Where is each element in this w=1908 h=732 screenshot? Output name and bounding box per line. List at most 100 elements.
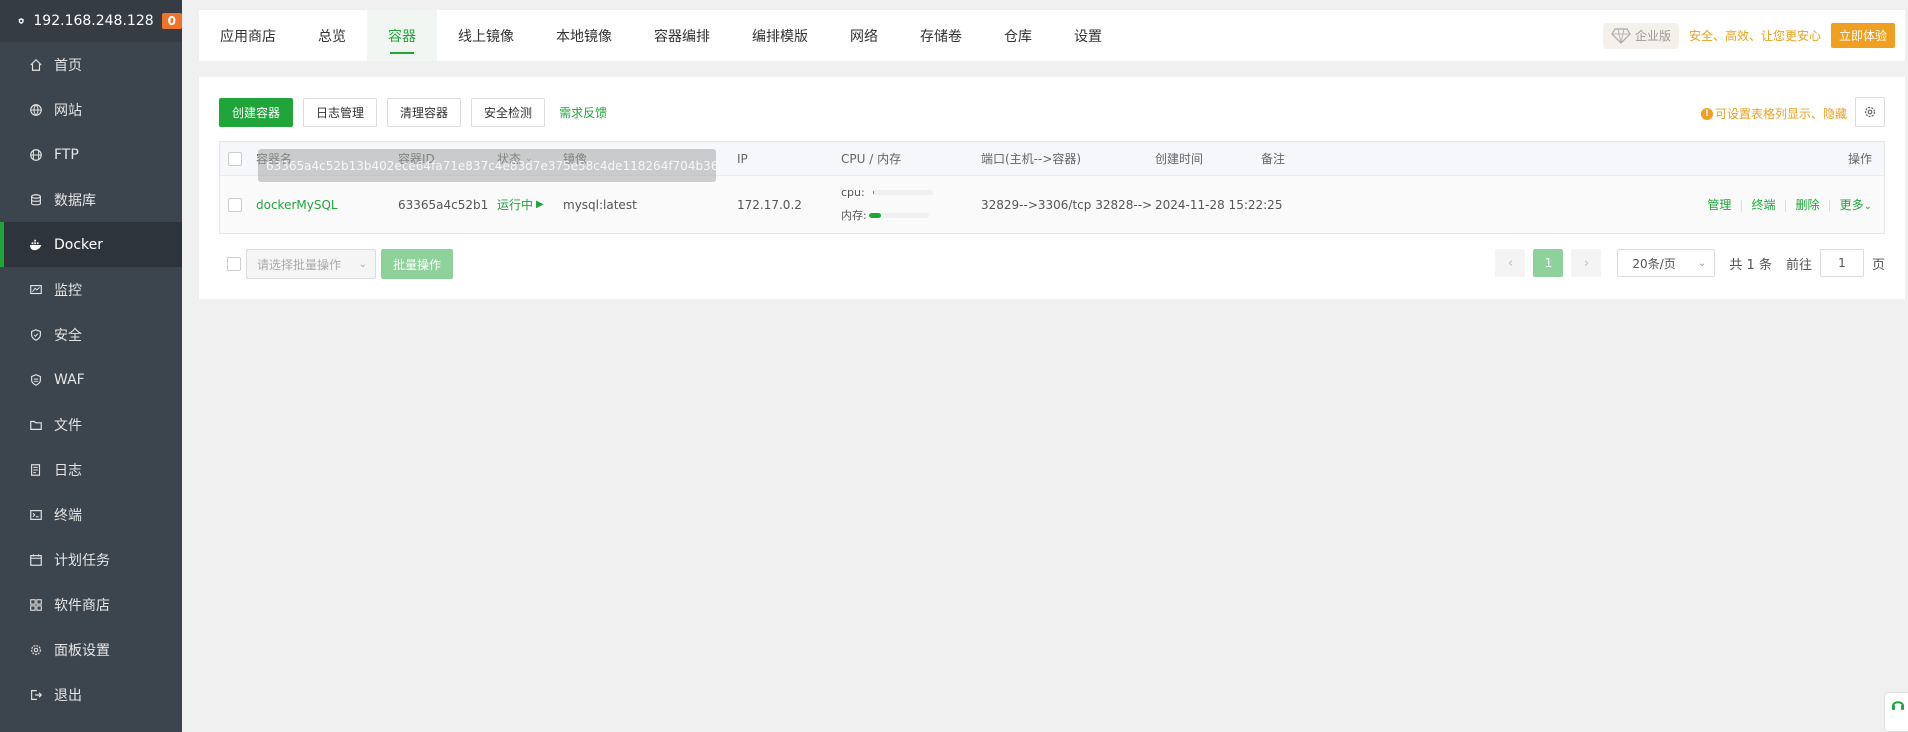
- log-management-button[interactable]: 日志管理: [303, 98, 378, 127]
- container-name-link[interactable]: dockerMySQL: [256, 176, 338, 233]
- sidebar-item-database[interactable]: 数据库: [0, 177, 182, 222]
- enterprise-tag[interactable]: 企业版: [1602, 22, 1679, 49]
- prev-page-button[interactable]: ‹: [1495, 249, 1526, 277]
- goto-suffix: 页: [1871, 257, 1885, 273]
- globe-icon: [28, 102, 44, 118]
- goto-page-input[interactable]: 1: [1819, 249, 1864, 277]
- container-id[interactable]: 63365a4c52b1: [398, 176, 488, 233]
- page-number-current[interactable]: 1: [1533, 249, 1564, 277]
- log-icon: [28, 462, 44, 478]
- chevron-down-icon: ⌄: [1698, 257, 1707, 269]
- toolbar: 创建容器 日志管理 清理容器 安全检测 需求反馈: [219, 98, 607, 127]
- sidebar-item-ftp[interactable]: FTP: [0, 132, 182, 177]
- sidebar-item-label: 面板设置: [54, 642, 110, 659]
- tab-6[interactable]: 编排模版: [731, 10, 829, 61]
- manage-link[interactable]: 管理: [1707, 196, 1731, 213]
- server-ip: 192.168.248.128: [33, 13, 154, 29]
- pagination: ‹ 1 › 20条/页 ⌄ 共 1 条 前往 1 页: [1495, 249, 1885, 277]
- batch-action-select[interactable]: 请选择批量操作 ⌄: [246, 249, 376, 279]
- security-check-button[interactable]: 安全检测: [471, 98, 546, 127]
- tab-list: 应用商店 总览 容器 线上镜像 本地镜像 容器编排 编排模版 网络 存储卷 仓库 设置: [199, 10, 1123, 61]
- next-page-button[interactable]: ›: [1571, 249, 1602, 277]
- page-size-select[interactable]: 20条/页 ⌄: [1617, 249, 1716, 277]
- sidebar-item-log[interactable]: 日志: [0, 447, 182, 492]
- tab-2[interactable]: 容器: [367, 10, 437, 61]
- sidebar-item-label: 监控: [54, 282, 82, 299]
- waf-icon: [28, 372, 44, 388]
- sidebar-item-label: 首页: [54, 57, 82, 74]
- cpu-usage: cpu:: [841, 186, 933, 199]
- sidebar-item-label: 文件: [54, 417, 82, 434]
- tab-10[interactable]: 设置: [1053, 10, 1123, 61]
- customer-service-widget[interactable]: [1884, 692, 1908, 732]
- try-now-button[interactable]: 立即体验: [1830, 23, 1895, 48]
- sidebar-item-gear[interactable]: 面板设置: [0, 627, 182, 672]
- cpu-bar: [872, 190, 933, 195]
- tab-8[interactable]: 存储卷: [899, 10, 983, 61]
- sidebar-item-label: 网站: [54, 102, 82, 119]
- page-size-value: 20条/页: [1632, 256, 1676, 271]
- more-link-label: 更多: [1839, 198, 1864, 212]
- tab-3[interactable]: 线上镜像: [437, 10, 535, 61]
- sidebar-item-globe[interactable]: 网站: [0, 87, 182, 132]
- ftp-icon: [28, 147, 44, 163]
- header-created[interactable]: 创建时间: [1155, 142, 1203, 175]
- tab-9[interactable]: 仓库: [983, 10, 1053, 61]
- sidebar-item-waf[interactable]: WAF: [0, 357, 182, 402]
- tab-0[interactable]: 应用商店: [199, 10, 297, 61]
- goto-prefix: 前往: [1785, 257, 1812, 273]
- diamond-icon: [1611, 27, 1631, 44]
- sidebar-item-docker[interactable]: Docker: [0, 222, 182, 267]
- sidebar-item-shield[interactable]: 安全: [0, 312, 182, 357]
- container-id-tooltip: 63365a4c52b13b402ece64fa71e837c4e83d7e37…: [258, 149, 716, 182]
- cpu-bar-fill: [872, 190, 874, 195]
- tab-5[interactable]: 容器编排: [633, 10, 731, 61]
- terminal-link[interactable]: 终端: [1751, 196, 1775, 213]
- sidebar-item-folder[interactable]: 文件: [0, 402, 182, 447]
- container-ip: 172.17.0.2: [737, 197, 802, 212]
- sidebar-item-terminal[interactable]: 终端: [0, 492, 182, 537]
- container-list-card: 创建容器 日志管理 清理容器 安全检测 需求反馈 ! 可设置表格列显示、隐藏 容…: [199, 77, 1905, 299]
- monitor-icon: [28, 282, 44, 298]
- separator: |: [1739, 197, 1744, 212]
- tab-7[interactable]: 网络: [829, 10, 899, 61]
- sidebar-item-logout[interactable]: 退出: [0, 672, 182, 717]
- docker-tabs-bar: 应用商店 总览 容器 线上镜像 本地镜像 容器编排 编排模版 网络 存储卷 仓库 设置 企业版 安全…: [199, 10, 1905, 61]
- more-link[interactable]: 更多⌄: [1840, 196, 1872, 213]
- column-settings-tip: ! 可设置表格列显示、隐藏: [1700, 105, 1847, 122]
- row-checkbox[interactable]: [228, 197, 242, 212]
- create-container-button[interactable]: 创建容器: [219, 98, 294, 127]
- chevron-right-icon: ›: [1583, 255, 1590, 271]
- sidebar-item-calendar[interactable]: 计划任务: [0, 537, 182, 582]
- header-ops: 操作: [1847, 152, 1872, 166]
- notification-badge[interactable]: 0: [161, 13, 182, 29]
- sidebar-item-home[interactable]: 首页: [0, 42, 182, 87]
- column-settings-button[interactable]: [1855, 97, 1885, 127]
- table-row: dockerMySQL 63365a4c52b1 运行中 ▶ mysql:lat…: [220, 176, 1884, 233]
- container-created: 2024-11-28 15:22:25: [1155, 197, 1283, 212]
- sidebar-item-apps[interactable]: 软件商店: [0, 582, 182, 627]
- mem-label: 内存:: [841, 209, 867, 222]
- shield-icon: [28, 327, 44, 343]
- chevron-down-icon: ⌄: [1863, 201, 1872, 212]
- sidebar-item-label: 软件商店: [54, 597, 110, 614]
- sidebar: 192.168.248.128 0 首页网站 FTP 数据库 Docker 监控安全 WA…: [0, 0, 182, 732]
- sidebar-item-monitor[interactable]: 监控: [0, 267, 182, 312]
- feedback-link[interactable]: 需求反馈: [559, 104, 607, 121]
- apps-icon: [28, 597, 44, 613]
- chevron-down-icon: ⌄: [358, 259, 367, 270]
- select-all-checkbox[interactable]: [228, 151, 242, 166]
- footer-select-all-checkbox[interactable]: [227, 257, 241, 271]
- sidebar-item-label: 安全: [54, 327, 82, 344]
- folder-icon: [28, 417, 44, 433]
- clean-container-button[interactable]: 清理容器: [387, 98, 462, 127]
- sidebar-item-label: 数据库: [54, 192, 96, 209]
- sidebar-item-label: 日志: [54, 462, 82, 479]
- batch-action-button[interactable]: 批量操作: [381, 249, 454, 279]
- tab-4[interactable]: 本地镜像: [535, 10, 633, 61]
- headset-icon: [1892, 701, 1904, 710]
- tab-1[interactable]: 总览: [297, 10, 367, 61]
- container-status[interactable]: 运行中 ▶: [497, 176, 544, 233]
- delete-link[interactable]: 删除: [1796, 196, 1820, 213]
- sidebar-menu: 首页网站 FTP 数据库 Docker 监控安全 WAF 文件日志终端 计划任务软件商店面板设…: [0, 42, 182, 717]
